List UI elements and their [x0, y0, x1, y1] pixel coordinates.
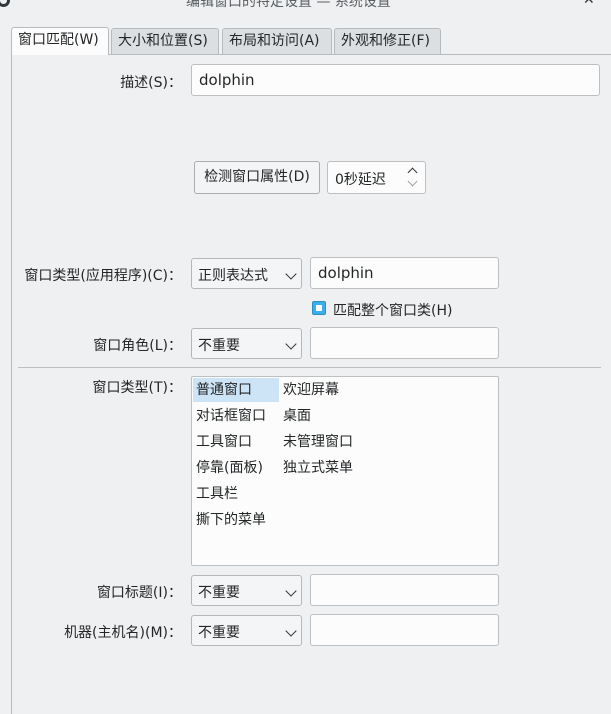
chevron-down-icon: [285, 268, 297, 280]
match-whole-class-checkbox[interactable]: [312, 301, 326, 315]
window-class-input[interactable]: dolphin: [310, 257, 499, 289]
list-item[interactable]: 独立式菜单: [280, 456, 353, 480]
window-class-value: dolphin: [318, 264, 374, 282]
list-item[interactable]: 停靠(面板): [193, 456, 263, 480]
detect-window-properties-button[interactable]: 检测窗口属性(D): [194, 161, 320, 194]
window-class-match-value: 正则表达式: [198, 268, 268, 284]
window-types-list[interactable]: 普通窗口 对话框窗口 工具窗口 停靠(面板) 工具栏 撕下的菜单 欢迎屏幕 桌面…: [191, 376, 499, 566]
list-item[interactable]: 普通窗口: [193, 378, 279, 402]
window-role-match-select[interactable]: 不重要: [191, 328, 302, 359]
machine-label: 机器(主机名)(M)：: [64, 625, 182, 641]
window-title: 编辑窗口的特定设置 — 系统设置: [186, 0, 391, 10]
title-bar: 编辑窗口的特定设置 — 系统设置 ✕: [0, 0, 611, 11]
tab-layout-access[interactable]: 布局和访问(A): [222, 28, 332, 54]
window-types-label: 窗口类型(T)：: [92, 380, 182, 396]
machine-input[interactable]: [310, 614, 499, 646]
window-title-label: 窗口标题(I)：: [96, 585, 182, 601]
description-value: dolphin: [199, 71, 255, 89]
chevron-down-icon: [285, 338, 297, 350]
window-title-match-value: 不重要: [198, 585, 240, 601]
list-item[interactable]: 工具栏: [193, 482, 238, 506]
list-item[interactable]: 桌面: [280, 404, 311, 428]
window-role-input[interactable]: [310, 327, 499, 359]
window-class-match-select[interactable]: 正则表达式: [191, 258, 302, 289]
window-class-label: 窗口类型(应用程序)(C)：: [24, 268, 182, 284]
list-item[interactable]: 对话框窗口: [193, 404, 266, 428]
chevron-down-icon: [285, 625, 297, 637]
tab-size-position[interactable]: 大小和位置(S): [111, 28, 219, 54]
window-role-label: 窗口角色(L)：: [93, 338, 182, 354]
spin-down-icon[interactable]: [407, 176, 418, 187]
settings-icon[interactable]: [0, 0, 10, 7]
window-role-match-value: 不重要: [198, 338, 240, 354]
description-label: 描述(S)：: [120, 75, 182, 91]
match-whole-class-label: 匹配整个窗口类(H): [333, 303, 453, 319]
window-title-input[interactable]: [310, 574, 499, 606]
delay-value: 0秒延迟: [335, 172, 386, 188]
tab-window-match[interactable]: 窗口匹配(W): [11, 27, 109, 55]
machine-match-value: 不重要: [198, 625, 240, 641]
close-icon[interactable]: ✕: [583, 0, 595, 8]
machine-match-select[interactable]: 不重要: [191, 615, 302, 646]
list-item[interactable]: 工具窗口: [193, 430, 252, 454]
list-item[interactable]: 未管理窗口: [280, 430, 353, 454]
window-title-match-select[interactable]: 不重要: [191, 575, 302, 606]
chevron-down-icon: [285, 585, 297, 597]
delay-spinbox[interactable]: 0秒延迟: [327, 161, 426, 194]
list-item[interactable]: 欢迎屏幕: [280, 378, 339, 402]
description-input[interactable]: dolphin: [191, 64, 600, 96]
divider: [18, 367, 601, 368]
tab-appearance-fix[interactable]: 外观和修正(F): [334, 28, 441, 54]
list-item[interactable]: 撕下的菜单: [193, 508, 266, 532]
